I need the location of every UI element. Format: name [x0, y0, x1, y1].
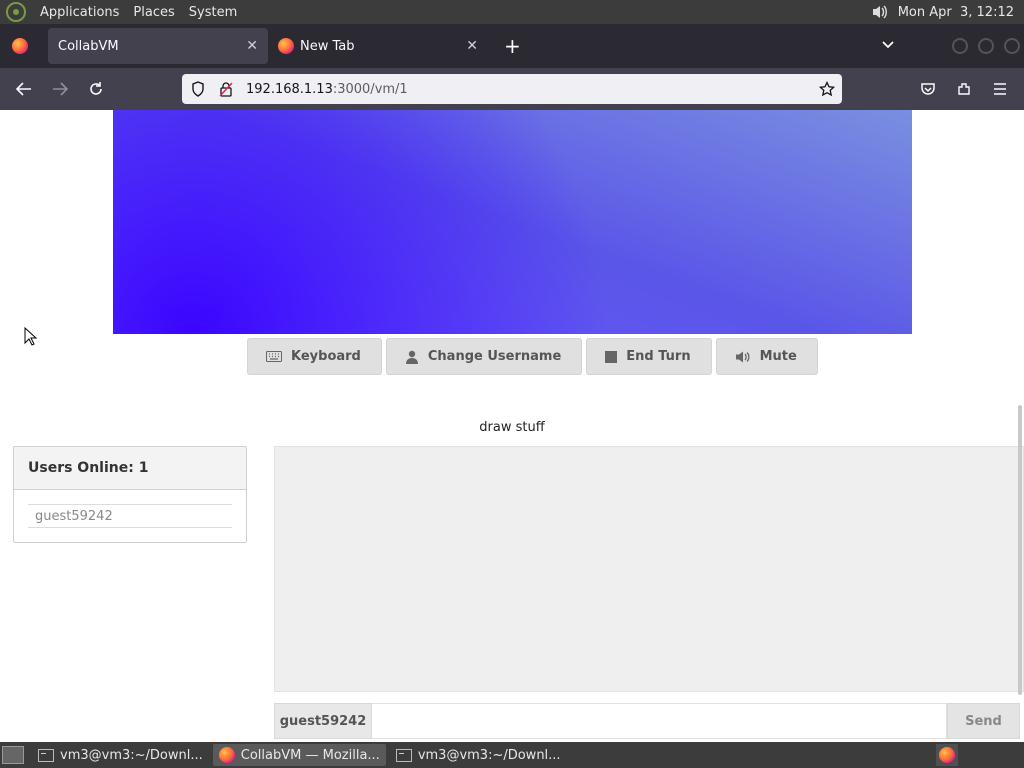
url-bar[interactable]: 192.168.1.13:3000/vm/1: [182, 74, 842, 104]
show-desktop-icon[interactable]: [2, 746, 24, 764]
taskbar-item-terminal-2[interactable]: vm3@vm3:~/Downl...: [390, 744, 567, 766]
forward-button[interactable]: [42, 71, 78, 107]
stop-icon: [605, 350, 618, 363]
terminal-icon: [38, 748, 54, 762]
maximize-window-button[interactable]: [978, 38, 994, 54]
mute-button[interactable]: Mute: [715, 338, 818, 375]
close-tab-icon[interactable]: ✕: [246, 38, 258, 54]
end-turn-button[interactable]: End Turn: [586, 338, 712, 375]
firefox-icon: [939, 747, 955, 763]
keyboard-button[interactable]: Keyboard: [247, 338, 382, 375]
firefox-icon: [278, 38, 294, 54]
bookmark-star-icon[interactable]: [812, 81, 842, 97]
navigation-toolbar: 192.168.1.13:3000/vm/1: [0, 68, 1024, 110]
taskbar-item-label: vm3@vm3:~/Downl...: [60, 747, 203, 763]
distro-logo-icon[interactable]: [6, 2, 26, 22]
close-window-button[interactable]: [1004, 38, 1020, 54]
chat-messages[interactable]: [274, 446, 1024, 692]
change-username-label: Change Username: [427, 349, 562, 364]
taskbar-item-label: vm3@vm3:~/Downl...: [417, 747, 561, 763]
pocket-icon[interactable]: [910, 71, 946, 107]
taskbar-item-label: CollabVM — Mozilla...: [240, 747, 380, 763]
keyboard-icon: [266, 351, 282, 362]
chat-username-label: guest59242: [274, 703, 372, 739]
mute-label: Mute: [759, 349, 797, 364]
user-list: guest59242: [14, 490, 246, 528]
tracking-protection-shield-icon[interactable]: [186, 81, 210, 97]
keyboard-label: Keyboard: [291, 349, 361, 364]
tab-label: CollabVM: [58, 38, 119, 54]
users-online-header: Users Online: 1: [14, 447, 246, 490]
bottom-panel: vm3@vm3:~/Downl... CollabVM — Mozilla...…: [0, 742, 1024, 768]
send-button[interactable]: Send: [947, 703, 1020, 739]
clock[interactable]: Mon Apr 3, 12:12: [898, 5, 1014, 20]
taskbar-item-firefox[interactable]: CollabVM — Mozilla...: [212, 744, 386, 766]
vm-controls: Keyboard Change Username End Turn Mute: [247, 338, 818, 375]
firefox-icon: [218, 747, 235, 763]
chat-input[interactable]: [372, 703, 947, 739]
terminal-icon: [395, 748, 412, 762]
vm-title: draw stuff: [479, 420, 545, 435]
extensions-icon[interactable]: [946, 71, 982, 107]
back-button[interactable]: [6, 71, 42, 107]
vm-display[interactable]: [113, 110, 912, 334]
url-text: 192.168.1.13:3000/vm/1: [246, 82, 408, 97]
volume-icon: [735, 350, 751, 364]
mouse-cursor-icon: [24, 327, 38, 346]
tab-label: New Tab: [300, 38, 355, 54]
minimize-window-button[interactable]: [952, 38, 968, 54]
menu-system[interactable]: System: [189, 5, 237, 20]
tray-firefox-icon[interactable]: [936, 744, 958, 766]
top-panel: Applications Places System Mon Apr 3, 12…: [0, 0, 1024, 24]
end-turn-label: End Turn: [626, 349, 691, 364]
change-username-button[interactable]: Change Username: [385, 338, 583, 375]
close-tab-icon[interactable]: ✕: [466, 38, 478, 54]
url-host: 192.168.1.13: [246, 81, 333, 97]
firefox-view-icon[interactable]: [12, 38, 28, 54]
menu-applications[interactable]: Applications: [40, 5, 119, 20]
insecure-lock-icon[interactable]: [214, 81, 238, 97]
chat-input-row: guest59242 Send: [274, 703, 1024, 741]
menu-places[interactable]: Places: [133, 5, 174, 20]
web-page: Keyboard Change Username End Turn Mute d…: [0, 110, 1024, 742]
users-online-panel: Users Online: 1 guest59242: [13, 446, 247, 543]
list-all-tabs-button[interactable]: [876, 38, 900, 54]
tab-strip: CollabVM ✕ New Tab ✕ +: [0, 24, 1024, 68]
volume-icon[interactable]: [870, 3, 890, 21]
user-icon: [405, 350, 419, 364]
tab-collabvm[interactable]: CollabVM ✕: [48, 28, 268, 64]
tab-new-tab[interactable]: New Tab ✕: [268, 28, 488, 64]
page-scrollbar[interactable]: [1018, 405, 1022, 695]
hamburger-menu-icon[interactable]: [982, 71, 1018, 107]
taskbar-item-terminal-1[interactable]: vm3@vm3:~/Downl...: [32, 744, 209, 766]
reload-button[interactable]: [78, 71, 114, 107]
new-tab-button[interactable]: +: [504, 34, 521, 58]
user-list-item[interactable]: guest59242: [28, 504, 232, 528]
url-path: :3000/vm/1: [332, 81, 408, 97]
